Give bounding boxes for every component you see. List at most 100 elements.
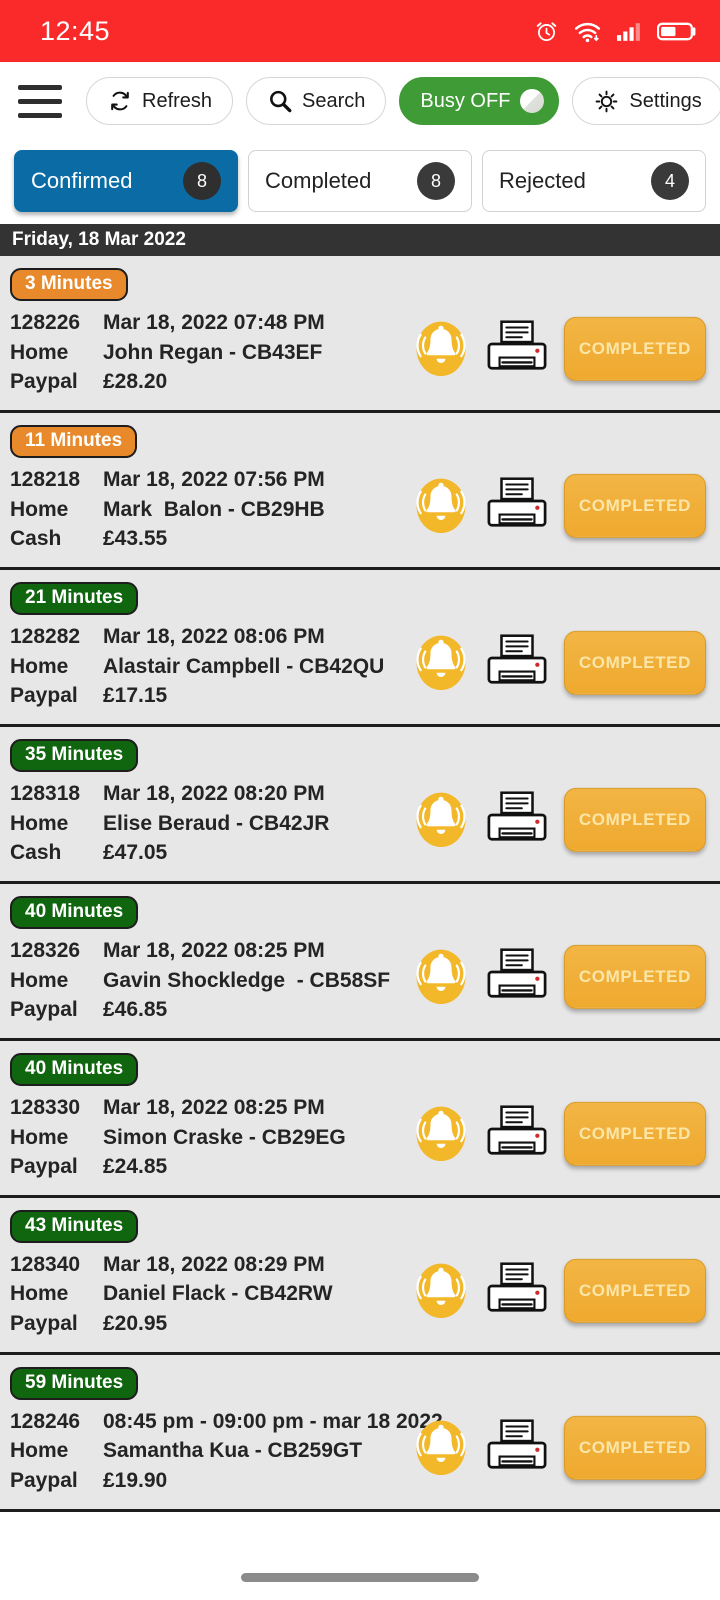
- bell-icon: [416, 478, 466, 533]
- print-order-button[interactable]: [486, 632, 548, 694]
- settings-label: Settings: [629, 89, 702, 112]
- order-payment-method: Cash: [10, 841, 62, 865]
- order-row[interactable]: 40 Minutes 128330 Mar 18, 2022 08:25 PM Hom…: [0, 1040, 720, 1198]
- order-actions: COMPLETED: [412, 316, 706, 382]
- order-id: 128226: [10, 311, 81, 334]
- bell-icon: [416, 1263, 466, 1318]
- order-payment-method: Paypal: [10, 998, 78, 1022]
- mark-completed-button[interactable]: COMPLETED: [563, 473, 706, 538]
- order-row[interactable]: 59 Minutes 128246 08:45 pm - 09:00 pm - ma…: [0, 1354, 720, 1512]
- notify-bell-button[interactable]: [412, 1415, 470, 1481]
- search-button[interactable]: Search: [246, 77, 387, 125]
- tab-rejected[interactable]: Rejected 4: [482, 150, 706, 212]
- refresh-label: Refresh: [142, 89, 213, 112]
- battery-icon: [657, 22, 696, 40]
- print-order-button[interactable]: [486, 1103, 548, 1165]
- date-header: Friday, 18 Mar 2022: [0, 224, 720, 256]
- mark-completed-button[interactable]: COMPLETED: [563, 1258, 706, 1323]
- order-row[interactable]: 11 Minutes 128218 Mar 18, 2022 07:56 PM Hom…: [0, 412, 720, 570]
- print-order-button[interactable]: [486, 318, 548, 380]
- notify-bell-button[interactable]: [412, 1101, 470, 1167]
- order-row[interactable]: 43 Minutes 128340 Mar 18, 2022 08:29 PM Hom…: [0, 1197, 720, 1355]
- notify-bell-button[interactable]: [412, 473, 470, 539]
- order-type: Home: [10, 340, 69, 364]
- printer-icon: [487, 1262, 547, 1312]
- status-icon-group: [534, 19, 698, 44]
- printer-icon: [487, 634, 547, 684]
- search-label: Search: [302, 89, 366, 112]
- wifi-icon: [574, 22, 601, 42]
- order-id: 128318: [10, 781, 81, 805]
- order-id: 128340: [10, 1252, 81, 1276]
- order-type: Home: [10, 1439, 69, 1463]
- print-order-button[interactable]: [486, 1260, 548, 1322]
- mark-completed-button[interactable]: COMPLETED: [563, 787, 706, 852]
- printer-icon: [487, 791, 547, 841]
- printer-icon: [487, 1419, 547, 1469]
- order-payment-method: Paypal: [10, 1155, 78, 1179]
- tab-completed[interactable]: Completed 8: [248, 150, 472, 212]
- notify-bell-button[interactable]: [412, 787, 470, 853]
- print-order-button[interactable]: [486, 789, 548, 851]
- mark-completed-button[interactable]: COMPLETED: [563, 630, 706, 695]
- settings-button[interactable]: Settings: [572, 77, 720, 125]
- order-elapsed-badge: 43 Minutes: [10, 1209, 139, 1243]
- print-order-button[interactable]: [486, 475, 548, 537]
- hamburger-bar: [18, 98, 62, 104]
- printer-icon: [487, 320, 547, 370]
- print-order-button[interactable]: [486, 946, 548, 1008]
- notify-bell-button[interactable]: [412, 630, 470, 696]
- tab-rejected-label: Rejected: [499, 168, 586, 193]
- tab-confirmed[interactable]: Confirmed 8: [14, 150, 238, 212]
- order-payment-method: Paypal: [10, 1312, 78, 1336]
- order-elapsed-badge: 40 Minutes: [10, 1052, 139, 1086]
- order-actions: COMPLETED: [412, 787, 706, 853]
- home-indicator[interactable]: [241, 1572, 479, 1582]
- refresh-button[interactable]: Refresh: [86, 77, 234, 125]
- tab-completed-count: 8: [417, 162, 455, 200]
- order-type: Home: [10, 1125, 69, 1149]
- search-icon: [270, 90, 292, 113]
- order-id: 128326: [10, 938, 81, 962]
- mark-completed-button[interactable]: COMPLETED: [563, 1101, 706, 1166]
- printer-icon: [487, 477, 547, 527]
- busy-toggle-button[interactable]: Busy OFF: [399, 77, 560, 125]
- printer-icon: [487, 1105, 547, 1155]
- order-id: 128218: [10, 467, 81, 491]
- order-actions: COMPLETED: [412, 1258, 706, 1324]
- hamburger-bar: [18, 84, 62, 90]
- notify-bell-button[interactable]: [412, 1258, 470, 1324]
- top-toolbar: Refresh Search Busy OFF Settings: [0, 62, 720, 140]
- order-actions: COMPLETED: [412, 1415, 706, 1481]
- order-row[interactable]: 3 Minutes 128226 Mar 18, 2022 07:48 PM Home…: [0, 256, 720, 413]
- mark-completed-button[interactable]: COMPLETED: [563, 1415, 706, 1480]
- alarm-icon: [536, 21, 557, 41]
- print-order-button[interactable]: [486, 1417, 548, 1479]
- order-type: Home: [10, 811, 69, 835]
- order-actions: COMPLETED: [412, 1101, 706, 1167]
- bell-icon: [416, 792, 466, 847]
- order-row[interactable]: 35 Minutes 128318 Mar 18, 2022 08:20 PM Hom…: [0, 726, 720, 884]
- order-elapsed-badge: 11 Minutes: [10, 424, 138, 458]
- order-type: Home: [10, 497, 69, 521]
- order-elapsed-badge: 3 Minutes: [10, 268, 128, 301]
- mark-completed-button[interactable]: COMPLETED: [563, 316, 706, 381]
- hamburger-menu-icon[interactable]: [18, 81, 64, 121]
- refresh-icon: [111, 91, 129, 111]
- bell-icon: [416, 1106, 466, 1161]
- status-tabs: Confirmed 8 Completed 8 Rejected 4: [0, 140, 720, 224]
- notify-bell-button[interactable]: [412, 944, 470, 1010]
- gear-icon: [596, 90, 618, 112]
- busy-toggle-knob[interactable]: [520, 89, 545, 113]
- order-row[interactable]: 21 Minutes 128282 Mar 18, 2022 08:06 PM Hom…: [0, 569, 720, 727]
- notify-bell-button[interactable]: [412, 316, 470, 382]
- order-payment-method: Paypal: [10, 684, 78, 708]
- bell-icon: [416, 1420, 466, 1475]
- tab-completed-label: Completed: [265, 168, 372, 193]
- hamburger-bar: [18, 112, 62, 118]
- order-id: 128282: [10, 624, 81, 648]
- status-time: 12:45: [40, 15, 111, 46]
- order-row[interactable]: 40 Minutes 128326 Mar 18, 2022 08:25 PM Hom…: [0, 883, 720, 1041]
- bell-icon: [416, 321, 466, 377]
- mark-completed-button[interactable]: COMPLETED: [563, 944, 706, 1009]
